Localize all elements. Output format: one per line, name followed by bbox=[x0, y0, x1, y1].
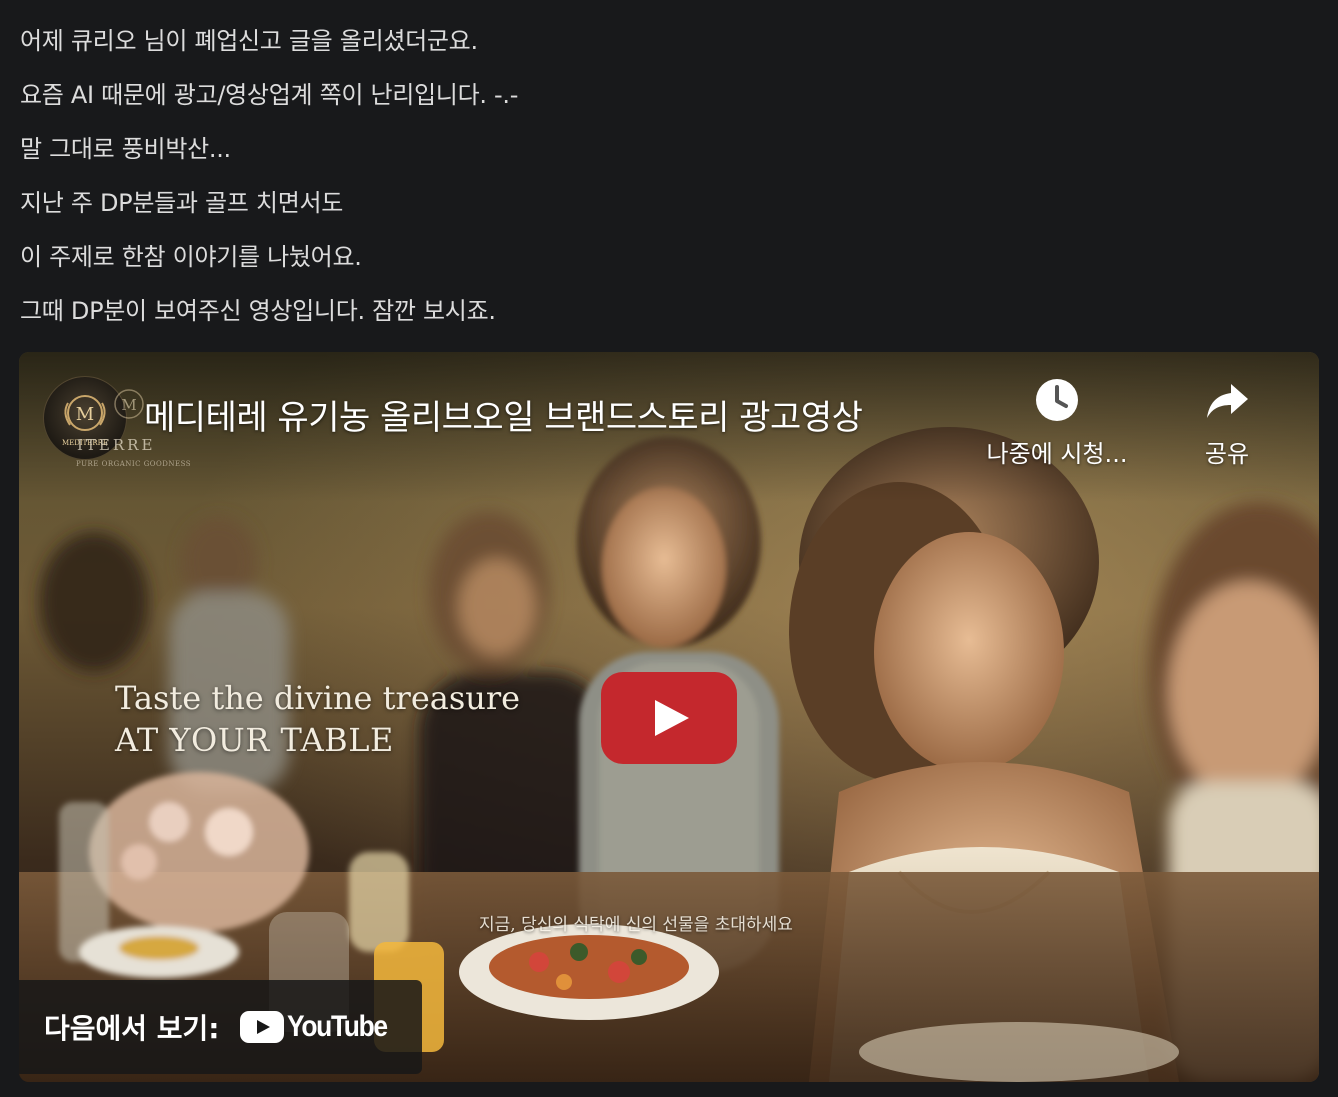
share-button[interactable]: 공유 bbox=[1187, 376, 1267, 469]
watch-later-label: 나중에 시청... bbox=[986, 440, 1128, 468]
overlay-line-1: Taste the divine treasure bbox=[115, 679, 521, 717]
youtube-logo-icon bbox=[239, 1011, 284, 1043]
share-arrow-icon bbox=[1207, 384, 1248, 418]
post-body: 어제 큐리오 님이 폐업신고 글을 올리셨더군요. 요즘 AI 때문에 광고/영… bbox=[20, 14, 1310, 338]
svg-text:M: M bbox=[121, 396, 136, 414]
post-line-6: 그때 DP분이 보여주신 영상입니다. 잠깐 보시죠. bbox=[20, 297, 496, 325]
post-line-2: 요즘 AI 때문에 광고/영상업계 쪽이 난리입니다. -.- bbox=[20, 81, 519, 109]
video-overlay-caption: Taste the divine treasure AT YOUR TABLE bbox=[115, 677, 520, 761]
youtube-logo: YouTube bbox=[239, 1010, 400, 1044]
video-title[interactable]: 메디테레 유기농 올리브오일 브랜드스토리 광고영상 bbox=[144, 390, 863, 439]
watch-later-button[interactable]: 나중에 시청... bbox=[977, 376, 1137, 469]
post-line-4: 지난 주 DP분들과 골프 치면서도 bbox=[20, 189, 344, 217]
post-line-1: 어제 큐리오 님이 폐업신고 글을 올리셨더군요. bbox=[20, 27, 478, 55]
post-line-3: 말 그대로 풍비박산... bbox=[20, 135, 231, 163]
watch-on-youtube-button[interactable]: 다음에서 보기: YouTube bbox=[19, 980, 422, 1074]
share-label: 공유 bbox=[1204, 440, 1250, 468]
play-icon bbox=[601, 672, 737, 764]
youtube-video-embed[interactable]: M MEDITERRE M ITERRE PURE ORGANIC GOODNE… bbox=[19, 352, 1319, 1082]
video-subtitle: 지금, 당신의 식탁에 신의 선물을 초대하세요 bbox=[479, 915, 793, 935]
play-button[interactable] bbox=[601, 672, 737, 764]
brand-tagline: PURE ORGANIC GOODNESS bbox=[76, 460, 192, 468]
overlay-line-2: AT YOUR TABLE bbox=[115, 721, 394, 759]
clock-icon bbox=[1036, 379, 1078, 421]
watch-on-label: 다음에서 보기: bbox=[44, 1012, 220, 1045]
youtube-wordmark: YouTube bbox=[286, 1010, 388, 1043]
post-line-5: 이 주제로 한참 이야기를 나눴어요. bbox=[20, 243, 362, 271]
